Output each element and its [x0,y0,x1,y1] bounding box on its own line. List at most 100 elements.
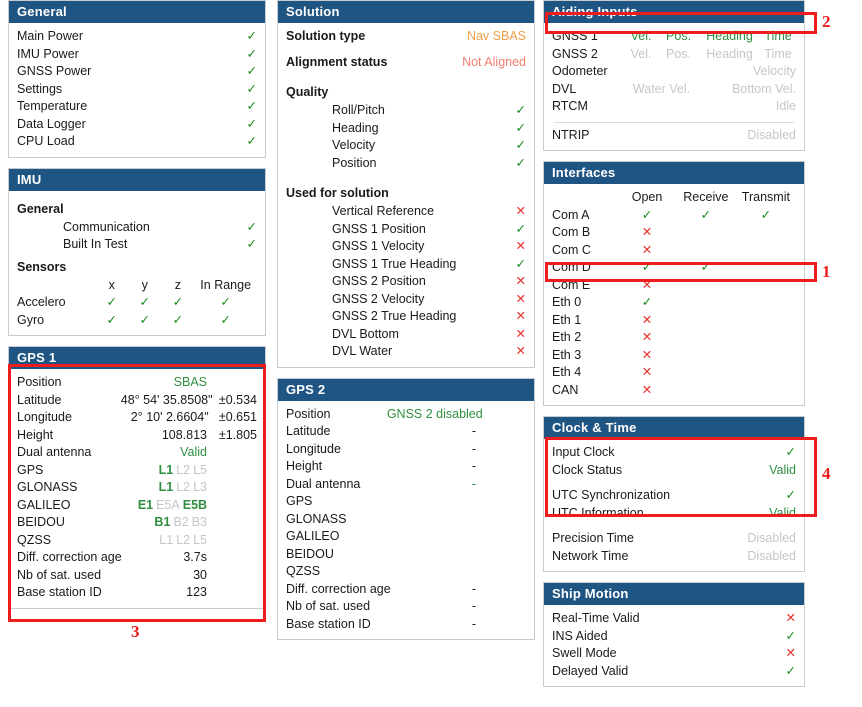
interface-open: ✓ [641,207,653,222]
clock-status-label: Clock Status [552,462,623,477]
gps-row-accuracy [487,406,526,424]
gps-constellation-row: GPS [286,493,526,511]
constellation-bands: B1 B2 B3 [135,514,211,532]
gps-row-label: Height [286,459,323,473]
band-l2: L2 [176,480,191,494]
annotation-number-2: 2 [822,12,831,31]
constellation-bands: L1 L2 L5 [135,462,211,480]
aiding-row-label: DVL [552,81,577,96]
gps-row-accuracy [211,567,257,585]
status-row-label: Main Power [17,29,83,43]
gps-row-accuracy: ±1.805 [218,427,257,442]
gps-row-value: - [471,599,476,613]
constellation-name: QZSS [286,564,321,578]
interface-receive [676,242,736,260]
panel-gps1-body: Position SBAS Latitude 48° 54' 35.8508" ±0.5… [9,369,265,608]
clock-status-row: Clock Status Valid [552,462,796,480]
gps-row-accuracy [480,458,526,476]
status-badge: ✕ [515,274,526,288]
status-badge: ✓ [515,221,526,236]
aiding-cell: Heading [706,29,753,43]
aiding-cell: Bottom Vel. [732,81,796,96]
gps-row-accuracy [211,584,257,602]
panel-gps1: GPS 1 Position SBAS Latitude 48° 54' 35.850… [8,346,266,609]
status-row: GNSS 1 Position ✓ [286,221,526,239]
status-row: Vertical Reference ✕ [286,203,526,221]
gps-row-value: - [471,616,476,631]
status-row-label: CPU Load [17,134,75,148]
panel-ship-motion-body: Real-Time Valid ✕ INS Aided ✓ Swell Mode ✕ Del… [544,605,804,686]
solution-type-value: Nav SBAS [466,29,526,43]
status-badge: ✕ [515,204,526,218]
imu-general-list: Communication ✓ Built In Test ✓ [17,219,257,254]
gps-row-label: Dual antenna [17,445,92,459]
panel-interfaces-body: Open Receive Transmit Com A ✓ ✓ ✓ Com B ✕ Com C ✕ C… [544,184,804,405]
gps-row-accuracy [480,511,526,529]
panel-gps1-title: GPS 1 [9,347,265,369]
aiding-row: GNSS 2 Vel. Pos. Heading Time [552,46,796,64]
col-transmit: Transmit [741,190,790,204]
constellation-name: GALILEO [17,497,71,512]
gps-row-accuracy [211,532,257,550]
gps-constellation-row: BEIDOU B1 B2 B3 [17,514,257,532]
col-y: y [141,277,148,292]
constellation-name: GPS [286,494,313,508]
utc-sync-row: UTC Synchronization ✓ [552,487,796,505]
sensor-in-range: ✓ [220,312,231,327]
status-row-label: Vertical Reference [332,204,435,218]
imu-sensors-label: Sensors [17,259,67,274]
constellation-name: GALILEO [286,529,340,543]
gps-row: Base station ID 123 [17,584,257,602]
status-row-label: Settings [17,81,63,96]
status-badge: ✕ [515,291,526,306]
gps-row-accuracy [480,493,526,511]
interface-open: ✕ [641,277,653,292]
constellation-name: BEIDOU [17,515,65,529]
status-badge: ✓ [785,663,796,678]
gps-row-accuracy [480,423,526,441]
band-l2: L2 [176,462,191,477]
status-row: Roll/Pitch ✓ [286,102,526,120]
panel-ship-motion: Ship Motion Real-Time Valid ✕ INS Aided ✓ Sw… [543,582,805,687]
status-row-label: GNSS Power [17,64,92,78]
constellation-bands [404,493,480,511]
band-l3: L3 [193,480,207,494]
status-row: Real-Time Valid ✕ [552,610,796,628]
band-e1: E1 [137,497,154,512]
status-badge: ✓ [515,155,526,170]
panel-clock-time-title: Clock & Time [544,417,804,439]
gps-row-accuracy: ±0.534 [218,392,257,407]
constellation-bands [404,563,480,581]
status-row: GNSS 2 Position ✕ [286,273,526,291]
status-badge: ✓ [246,64,257,78]
interface-receive: ✓ [700,207,712,222]
precision-time-row: Precision Time Disabled [552,530,796,548]
precision-time-value: Disabled [747,531,796,545]
table-row: Com B ✕ [552,224,796,242]
aiding-cell: Heading [706,46,753,61]
panel-interfaces-title: Interfaces [544,162,804,184]
status-badge: ✓ [246,46,257,61]
gps-row-value: 2° 10' 2.6604" [130,410,209,424]
gps-row-accuracy [480,476,526,494]
interface-transmit [736,312,796,330]
gps-constellation-row: QZSS L1 L2 L5 [17,532,257,550]
alignment-status-row: Alignment status Not Aligned [286,54,526,72]
utc-info-label: UTC Information [552,505,644,520]
status-row: CPU Load ✓ [17,133,257,151]
constellation-bands: L1 L2 L5 [135,532,211,550]
panel-general: General Main Power ✓ IMU Power ✓ GNSS Power ✓… [8,0,266,158]
band-e5b: E5B [182,497,208,512]
gps-row-label: Dual antenna [286,476,361,491]
network-time-value: Disabled [747,548,796,563]
aiding-row-label: RTCM [552,99,588,113]
interface-transmit [736,347,796,365]
aiding-row: DVL Water Vel. Bottom Vel. [552,81,796,99]
interface-transmit [736,364,796,382]
status-row-label: IMU Power [17,46,79,61]
interface-name: Eth 0 [552,295,582,309]
status-row-label: GNSS 2 Velocity [332,291,425,306]
status-badge: ✓ [246,81,257,96]
gps-row-accuracy [480,546,526,564]
